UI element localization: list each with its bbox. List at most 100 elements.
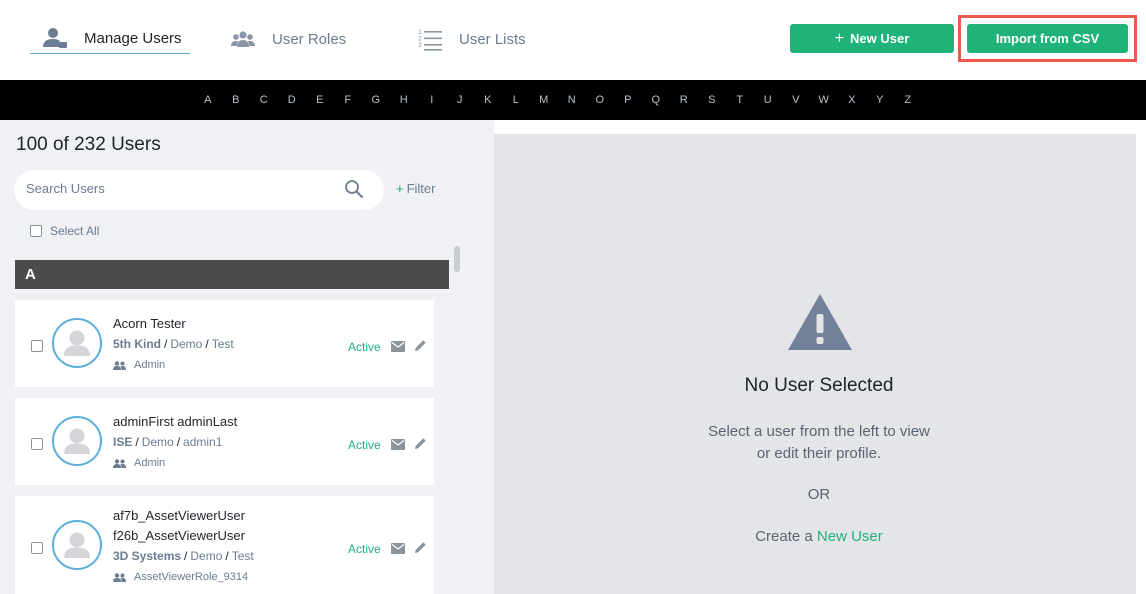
alphabet-letter[interactable]: J <box>446 94 474 106</box>
alphabet-letter[interactable]: P <box>614 94 642 106</box>
alphabet-letter[interactable]: S <box>698 94 726 106</box>
user-org[interactable]: 5th Kind <box>113 337 161 351</box>
filter-label: Filter <box>406 181 436 196</box>
empty-state-title: No User Selected <box>744 375 894 396</box>
user-path-2[interactable]: Test <box>232 549 254 563</box>
tab-user-roles[interactable]: User Roles <box>230 24 346 54</box>
user-count: 100 of 232 Users <box>16 134 161 155</box>
user-card[interactable]: af7b_AssetViewerUser f26b_AssetViewerUse… <box>15 496 434 594</box>
status-badge: Active <box>348 542 381 556</box>
user-list-pane: 100 of 232 Users +Filter Select All A Ac… <box>0 120 494 594</box>
alphabet-letter[interactable]: N <box>558 94 586 106</box>
alphabet-letter[interactable]: C <box>250 94 278 106</box>
alphabet-letter[interactable]: K <box>474 94 502 106</box>
user-role-label: Admin <box>134 457 166 469</box>
search-icon[interactable] <box>344 179 364 199</box>
alphabet-letter[interactable]: M <box>530 94 558 106</box>
alphabet-letter[interactable]: O <box>586 94 614 106</box>
user-name: adminFirst adminLast <box>113 414 238 429</box>
list-scrollbar[interactable] <box>452 246 462 594</box>
mail-icon[interactable] <box>391 543 405 554</box>
search-input[interactable] <box>26 181 326 196</box>
alphabet-letter[interactable]: Z <box>894 94 922 106</box>
alphabet-letter[interactable]: T <box>726 94 754 106</box>
alphabet-letter[interactable]: V <box>782 94 810 106</box>
alphabet-letter[interactable]: A <box>194 94 222 106</box>
role-icon <box>113 458 126 468</box>
mail-icon[interactable] <box>391 439 405 450</box>
scrollbar-thumb[interactable] <box>454 246 460 272</box>
alphabet-letter[interactable]: Y <box>866 94 894 106</box>
user-checkbox[interactable] <box>31 542 43 554</box>
empty-state-hint: Select a user from the left to view or e… <box>494 421 1144 465</box>
or-divider: OR <box>807 486 831 503</box>
edit-icon[interactable] <box>414 437 427 450</box>
user-path-1[interactable]: Demo <box>170 337 202 351</box>
plus-icon: + <box>396 181 404 196</box>
alphabet-letter[interactable]: I <box>418 94 446 106</box>
new-user-button[interactable]: + New User <box>790 24 954 53</box>
search-box <box>14 170 384 210</box>
select-all[interactable]: Select All <box>30 224 99 238</box>
alphabet-letter[interactable]: G <box>362 94 390 106</box>
alphabet-letter[interactable]: R <box>670 94 698 106</box>
user-admin-icon <box>42 27 68 51</box>
edit-icon[interactable] <box>414 541 427 554</box>
alphabet-letter[interactable]: Q <box>642 94 670 106</box>
user-path-1[interactable]: Demo <box>190 549 222 563</box>
user-name-line-1: af7b_AssetViewerUser <box>113 508 245 523</box>
avatar <box>52 520 102 570</box>
user-org-path: 5th Kind / Demo / Test <box>113 337 234 351</box>
tab-user-lists[interactable]: 1 2 3 User Lists <box>417 24 526 54</box>
alphabet-letter[interactable]: W <box>810 94 838 106</box>
alphabet-letter[interactable]: F <box>334 94 362 106</box>
alphabet-letter[interactable]: B <box>222 94 250 106</box>
select-all-checkbox[interactable] <box>30 225 42 237</box>
user-org[interactable]: 3D Systems <box>113 549 181 563</box>
numbered-list-icon: 1 2 3 <box>417 27 443 51</box>
user-org-path: 3D Systems / Demo / Test <box>113 549 254 563</box>
edit-icon[interactable] <box>414 339 427 352</box>
user-path-2[interactable]: admin1 <box>183 435 222 449</box>
alphabet-letters: ABCDEFGHIJKLMNOPQRSTUVWXYZ <box>194 80 922 120</box>
top-nav: Manage Users User Roles 1 2 3 User Lists… <box>0 0 1146 80</box>
avatar <box>52 416 102 466</box>
group-header: A <box>15 260 449 289</box>
user-org-path: ISE / Demo / admin1 <box>113 435 223 449</box>
new-user-button-label: New User <box>850 31 910 46</box>
user-detail-pane: No User Selected Select a user from the … <box>494 134 1136 594</box>
user-checkbox[interactable] <box>31 438 43 450</box>
user-path-1[interactable]: Demo <box>142 435 174 449</box>
alphabet-letter[interactable]: D <box>278 94 306 106</box>
create-user-prompt: Create a New User <box>494 528 1144 545</box>
user-role: AssetViewerRole_9314 <box>113 571 248 583</box>
user-role-label: AssetViewerRole_9314 <box>134 571 249 583</box>
user-role: Admin <box>113 457 165 469</box>
select-all-label: Select All <box>50 224 100 238</box>
user-checkbox[interactable] <box>31 340 43 352</box>
user-path-2[interactable]: Test <box>212 337 234 351</box>
svg-text:3: 3 <box>418 42 422 49</box>
user-card[interactable]: Acorn Tester 5th Kind / Demo / Test Admin Ac… <box>15 300 434 387</box>
tab-manage-users[interactable]: Manage Users <box>30 24 190 54</box>
status-badge: Active <box>348 438 381 452</box>
avatar <box>52 318 102 368</box>
mail-icon[interactable] <box>391 341 405 352</box>
user-role-label: Admin <box>134 359 166 371</box>
import-csv-button[interactable]: Import from CSV <box>967 24 1128 53</box>
user-name-line-2: f26b_AssetViewerUser <box>113 528 245 543</box>
alphabet-letter[interactable]: X <box>838 94 866 106</box>
user-org[interactable]: ISE <box>113 435 132 449</box>
import-highlight: Import from CSV <box>958 15 1137 62</box>
filter-button[interactable]: + Filter <box>396 181 435 196</box>
alphabet-letter[interactable]: L <box>502 94 530 106</box>
user-card[interactable]: adminFirst adminLast ISE / Demo / admin1 Adm… <box>15 398 434 485</box>
hint-line-1: Select a user from the left to view <box>708 423 930 440</box>
alphabet-letter[interactable]: E <box>306 94 334 106</box>
plus-icon: + <box>834 29 845 47</box>
create-prefix: Create a <box>755 528 813 545</box>
create-new-user-link[interactable]: New User <box>817 528 883 545</box>
alphabet-letter[interactable]: U <box>754 94 782 106</box>
hint-line-2: or edit their profile. <box>756 445 882 462</box>
alphabet-letter[interactable]: H <box>390 94 418 106</box>
